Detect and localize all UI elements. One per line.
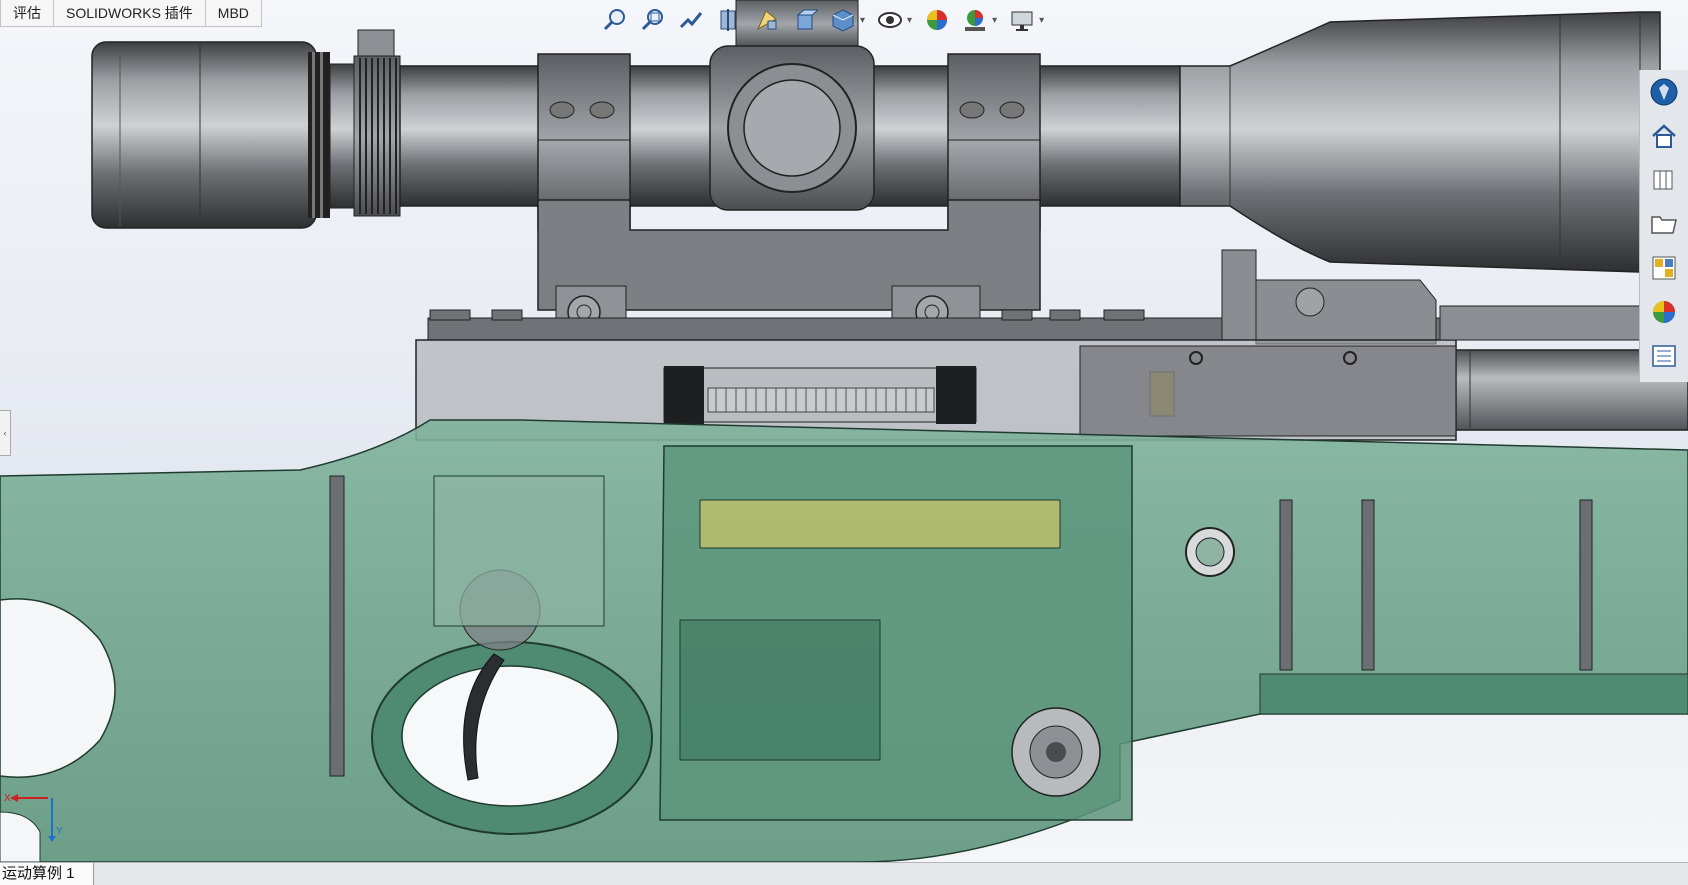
triad-y-label: Y — [56, 826, 63, 837]
appearances-scenes-icon[interactable] — [1640, 290, 1688, 334]
scope-mount — [537, 199, 1041, 337]
display-style-dropdown-icon[interactable]: ▾ — [860, 15, 865, 26]
rifle-assembly-model[interactable] — [0, 0, 1688, 862]
tab-mbd[interactable]: MBD — [204, 0, 262, 27]
view-settings-dropdown-icon[interactable]: ▾ — [1039, 15, 1044, 26]
view-palette-icon[interactable] — [1640, 246, 1688, 290]
home-icon[interactable] — [1640, 114, 1688, 158]
file-explorer-icon[interactable] — [1640, 202, 1688, 246]
view-settings-icon[interactable] — [1005, 3, 1039, 37]
hide-show-dropdown-icon[interactable]: ▾ — [907, 15, 912, 26]
feature-manager-collapse-handle[interactable]: ‹ — [0, 410, 11, 456]
previous-view-icon[interactable] — [674, 3, 708, 37]
design-library-icon[interactable] — [1640, 158, 1688, 202]
display-style-icon[interactable] — [826, 3, 860, 37]
hide-show-items-icon[interactable] — [873, 3, 907, 37]
dynamic-annotation-icon[interactable] — [750, 3, 784, 37]
apply-scene-dropdown-icon[interactable]: ▾ — [992, 15, 997, 26]
tab-evaluate[interactable]: 评估 — [0, 0, 54, 27]
triad-x-label: X — [4, 793, 11, 804]
section-view-icon[interactable] — [712, 3, 746, 37]
command-manager-tabs: 评估 SOLIDWORKS 插件 MBD — [0, 0, 262, 27]
solidworks-resources-icon[interactable] — [1640, 70, 1688, 114]
view-orientation-icon[interactable] — [788, 3, 822, 37]
heads-up-view-toolbar: ▾ ▾ ▾ ▾ — [598, 2, 1048, 38]
reference-triad: X Y — [4, 793, 63, 842]
bottom-tab-bar: 运动算例 1 — [0, 862, 1688, 885]
task-pane — [1639, 70, 1688, 382]
stock — [0, 419, 1688, 862]
zoom-to-area-icon[interactable] — [636, 3, 670, 37]
tab-solidworks-addins[interactable]: SOLIDWORKS 插件 — [53, 0, 206, 27]
edit-appearance-icon[interactable] — [920, 3, 954, 37]
custom-properties-icon[interactable] — [1640, 334, 1688, 378]
graphics-area[interactable]: 评估 SOLIDWORKS 插件 MBD ▾ ▾ ▾ ▾ ‹ X Y — [0, 0, 1688, 862]
zoom-to-fit-icon[interactable] — [598, 3, 632, 37]
apply-scene-icon[interactable] — [958, 3, 992, 37]
tab-motion-study-1[interactable]: 运动算例 1 — [0, 863, 94, 885]
